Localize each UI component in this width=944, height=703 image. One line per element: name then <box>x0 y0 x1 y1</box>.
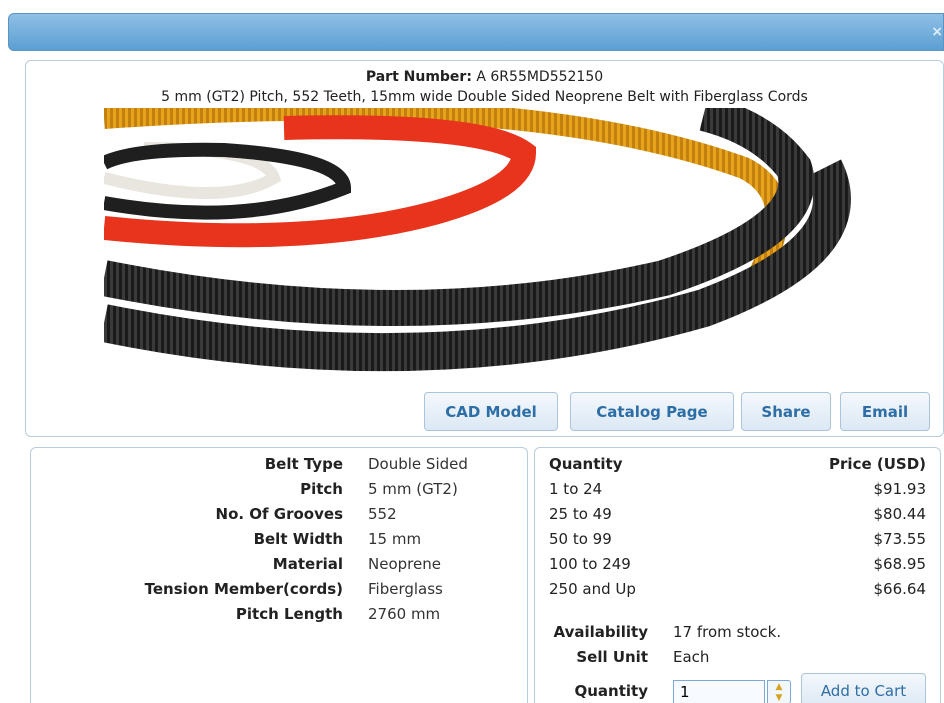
sell-unit-label: Sell Unit <box>576 648 648 666</box>
cad-model-button[interactable]: CAD Model <box>424 392 558 431</box>
spec-value: 5 mm (GT2) <box>368 480 458 498</box>
price-qty: 25 to 49 <box>549 505 612 523</box>
spec-row: Belt Width 15 mm <box>31 530 527 555</box>
close-icon[interactable]: × <box>931 24 943 40</box>
spec-row: Pitch Length 2760 mm <box>31 605 527 630</box>
quantity-column-header: Quantity <box>549 455 623 473</box>
spec-value: 2760 mm <box>368 605 441 623</box>
spec-row: Belt Type Double Sided <box>31 455 527 480</box>
price-qty: 50 to 99 <box>549 530 612 548</box>
price-row: 100 to 249 $68.95 <box>535 555 940 580</box>
dialog-titlebar: × <box>8 13 944 51</box>
email-button[interactable]: Email <box>840 392 930 431</box>
spec-label: Pitch Length <box>235 605 343 623</box>
spec-row: No. Of Grooves 552 <box>31 505 527 530</box>
product-panel: Part Number: A 6R55MD552150 5 mm (GT2) P… <box>25 60 944 437</box>
price-row: 250 and Up $66.64 <box>535 580 940 605</box>
pricing-panel: Quantity Price (USD) 1 to 24 $91.93 25 t… <box>534 447 941 703</box>
sell-unit-value: Each <box>673 648 710 666</box>
price-value: $68.95 <box>873 555 927 573</box>
availability-label: Availability <box>553 623 649 641</box>
add-to-cart-button[interactable]: Add to Cart <box>801 673 926 703</box>
spec-label: Material <box>272 555 343 573</box>
spec-label: Tension Member(cords) <box>144 580 343 598</box>
price-value: $80.44 <box>873 505 927 523</box>
spec-value: Neoprene <box>368 555 441 573</box>
quantity-stepper[interactable]: ▲ ▼ <box>767 680 791 703</box>
price-column-header: Price (USD) <box>829 455 926 473</box>
price-qty: 250 and Up <box>549 580 636 598</box>
quantity-input[interactable] <box>673 680 765 703</box>
spec-label: No. Of Grooves <box>215 505 343 523</box>
price-qty: 1 to 24 <box>549 480 603 498</box>
spec-row: Tension Member(cords) Fiberglass <box>31 580 527 605</box>
availability-value: 17 from stock. <box>673 623 782 641</box>
spec-label: Pitch <box>300 480 343 498</box>
spec-value: 552 <box>368 505 397 523</box>
spec-row: Material Neoprene <box>31 555 527 580</box>
belt-product-photo <box>104 108 864 418</box>
part-number-label: Part Number: <box>365 69 472 85</box>
price-row: 1 to 24 $91.93 <box>535 480 940 505</box>
price-table-header: Quantity Price (USD) <box>535 455 940 480</box>
spec-label: Belt Type <box>264 455 343 473</box>
product-description: 5 mm (GT2) Pitch, 552 Teeth, 15mm wide D… <box>161 89 808 105</box>
price-row: 50 to 99 $73.55 <box>535 530 940 555</box>
part-number-value: A 6R55MD552150 <box>476 69 604 85</box>
decrement-arrow-icon[interactable]: ▼ <box>768 693 790 703</box>
spec-value: Fiberglass <box>368 580 443 598</box>
price-value: $73.55 <box>873 530 927 548</box>
price-value: $66.64 <box>873 580 927 598</box>
quantity-label: Quantity <box>574 682 649 700</box>
spec-label: Belt Width <box>253 530 343 548</box>
spec-value: 15 mm <box>368 530 422 548</box>
price-value: $91.93 <box>873 480 927 498</box>
share-button[interactable]: Share <box>741 392 831 431</box>
catalog-page-button[interactable]: Catalog Page <box>570 392 734 431</box>
increment-arrow-icon[interactable]: ▲ <box>768 682 790 693</box>
specifications-panel: Belt Type Double Sided Pitch 5 mm (GT2) … <box>30 447 528 703</box>
price-row: 25 to 49 $80.44 <box>535 505 940 530</box>
spec-value: Double Sided <box>368 455 468 473</box>
price-qty: 100 to 249 <box>549 555 631 573</box>
spec-row: Pitch 5 mm (GT2) <box>31 480 527 505</box>
part-number: Part Number: A 6R55MD552150 <box>26 69 943 85</box>
